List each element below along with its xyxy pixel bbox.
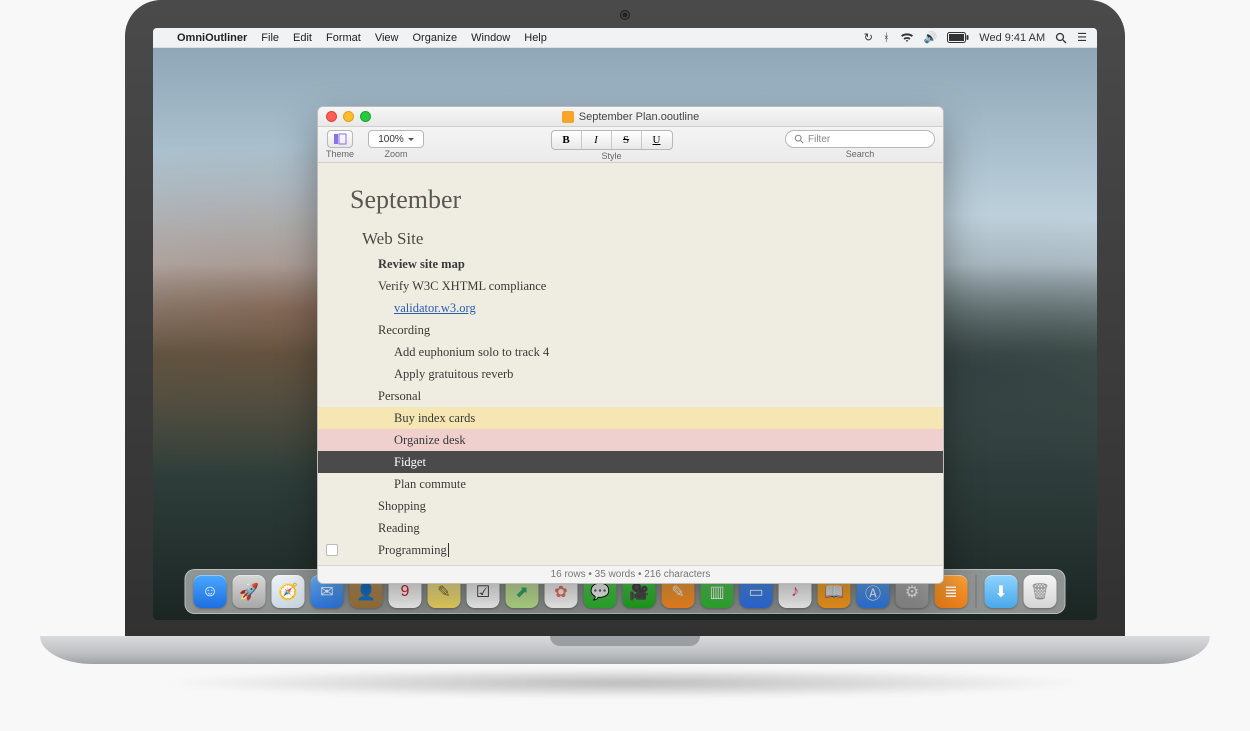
zoom-label: Zoom xyxy=(385,149,408,159)
window-zoom-button[interactable] xyxy=(360,111,371,122)
bold-button[interactable]: B xyxy=(552,131,582,149)
theme-label: Theme xyxy=(326,149,354,159)
outline-row[interactable]: Personal xyxy=(318,385,943,407)
outline-text: Organize desk xyxy=(394,433,466,448)
outline-text: Apply gratuitous reverb xyxy=(394,367,513,382)
menu-view[interactable]: View xyxy=(375,32,399,44)
macos-menubar: OmniOutliner File Edit Format View Organ… xyxy=(153,28,1097,48)
window-minimize-button[interactable] xyxy=(343,111,354,122)
notification-center-icon[interactable]: ☰ xyxy=(1077,31,1087,44)
camera xyxy=(620,10,630,20)
dock-finder-icon[interactable]: ☺ xyxy=(194,575,227,608)
outline-text: Programming xyxy=(378,543,447,558)
menu-organize[interactable]: Organize xyxy=(412,32,457,44)
menu-window[interactable]: Window xyxy=(471,32,510,44)
style-segmented: B I S U xyxy=(551,130,673,150)
outline-row[interactable]: Web Site xyxy=(318,225,943,253)
document-icon xyxy=(562,111,574,123)
dock-safari-icon[interactable]: 🧭 xyxy=(272,575,305,608)
outline-text: Review site map xyxy=(378,257,465,272)
outline-text: Add euphonium solo to track 4 xyxy=(394,345,549,360)
outline-row[interactable]: Apply gratuitous reverb xyxy=(318,363,943,385)
outline-text: Buy index cards xyxy=(394,411,475,426)
menu-format[interactable]: Format xyxy=(326,32,361,44)
theme-button[interactable] xyxy=(327,130,353,148)
menu-edit[interactable]: Edit xyxy=(293,32,312,44)
clock[interactable]: Wed 9:41 AM xyxy=(979,32,1045,44)
volume-icon[interactable]: 🔊 xyxy=(924,31,938,44)
style-label: Style xyxy=(602,151,622,161)
outline-row[interactable]: Add euphonium solo to track 4 xyxy=(318,341,943,363)
outline-row[interactable]: Plan commute xyxy=(318,473,943,495)
outline-row[interactable]: Recording xyxy=(318,319,943,341)
zoom-select[interactable]: 100% xyxy=(368,130,424,148)
outline-row[interactable]: Fidget xyxy=(318,451,943,473)
menu-help[interactable]: Help xyxy=(524,32,547,44)
app-menu[interactable]: OmniOutliner xyxy=(177,32,247,44)
outline-row[interactable]: Review site map xyxy=(318,253,943,275)
outline-row[interactable]: Verify W3C XHTML compliance xyxy=(318,275,943,297)
search-icon xyxy=(794,134,804,144)
spotlight-icon[interactable] xyxy=(1055,32,1067,44)
battery-icon[interactable] xyxy=(947,32,969,43)
status-icons: ↻ ᚼ 🔊 Wed 9:41 AM ☰ xyxy=(864,31,1087,44)
wifi-icon[interactable] xyxy=(900,33,914,43)
filter-search[interactable]: Filter xyxy=(785,130,935,148)
status-bar: 16 rows • 35 words • 216 characters xyxy=(318,565,943,583)
outline-row[interactable]: Shopping xyxy=(318,495,943,517)
outline-text: Personal xyxy=(378,389,421,404)
outline-text: Fidget xyxy=(394,455,426,470)
zoom-value: 100% xyxy=(378,134,404,145)
outline-text: Web Site xyxy=(362,229,423,249)
outline-row[interactable]: Buy index cards xyxy=(318,407,943,429)
outline-text: Plan commute xyxy=(394,477,466,492)
outline-link[interactable]: validator.w3.org xyxy=(394,301,476,316)
window-title: September Plan.ooutline xyxy=(579,111,699,123)
outline-text: Shopping xyxy=(378,499,426,514)
app-window: September Plan.ooutline Theme 100% Zoom xyxy=(317,106,944,584)
strike-button[interactable]: S xyxy=(612,131,642,149)
toolbar: Theme 100% Zoom B I S U xyxy=(318,127,943,163)
dock-launchpad-icon[interactable]: 🚀 xyxy=(233,575,266,608)
status-text: 16 rows • 35 words • 216 characters xyxy=(551,569,711,580)
search-label: Search xyxy=(846,149,875,159)
outline-text: Reading xyxy=(378,521,420,536)
italic-button[interactable]: I xyxy=(582,131,612,149)
outline-content[interactable]: September Web Site Review site map Verify … xyxy=(318,163,943,565)
timemachine-icon[interactable]: ↻ xyxy=(864,31,873,44)
underline-button[interactable]: U xyxy=(642,131,672,149)
outline-row[interactable]: validator.w3.org xyxy=(318,297,943,319)
outline-row[interactable]: Programming xyxy=(318,539,943,561)
outline-text: Verify W3C XHTML compliance xyxy=(378,279,546,294)
bluetooth-icon[interactable]: ᚼ xyxy=(883,32,890,44)
outline-text: Recording xyxy=(378,323,430,338)
window-titlebar[interactable]: September Plan.ooutline xyxy=(318,107,943,127)
row-handle[interactable] xyxy=(326,544,338,556)
dock-trash-icon[interactable]: 🗑 xyxy=(1024,575,1057,608)
window-close-button[interactable] xyxy=(326,111,337,122)
menu-file[interactable]: File xyxy=(261,32,279,44)
dock-downloads-icon[interactable]: ⬇ xyxy=(985,575,1018,608)
document-title[interactable]: September xyxy=(318,163,943,225)
outline-row[interactable]: Reading xyxy=(318,517,943,539)
filter-placeholder: Filter xyxy=(808,134,830,145)
outline-row[interactable]: Organize desk xyxy=(318,429,943,451)
